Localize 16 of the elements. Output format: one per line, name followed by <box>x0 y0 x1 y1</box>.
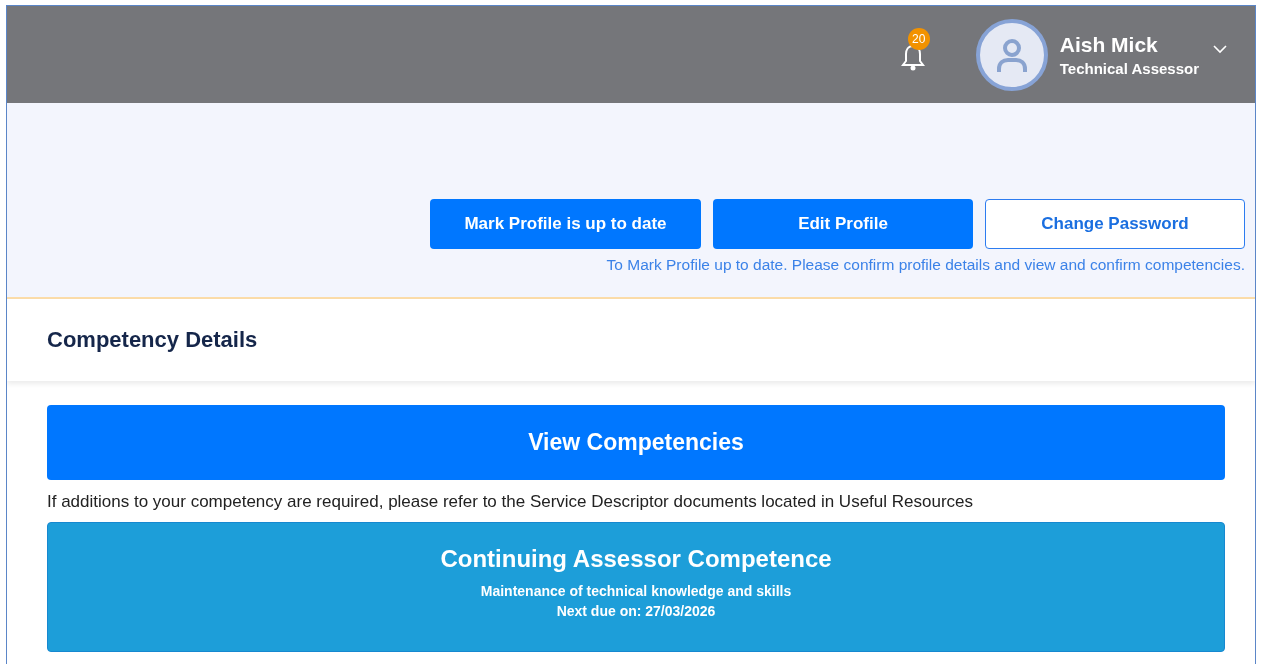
competency-hint: If additions to your competency are required, please refer to the Service Descriptor documents located in Useful Resources <box>47 492 975 512</box>
card-title: Continuing Assessor Competence <box>440 545 832 573</box>
user-role: Technical Assessor <box>1059 59 1199 77</box>
user-name: Aish Mick <box>1059 32 1159 57</box>
profile-button[interactable]: Edit Profile <box>713 199 973 249</box>
view-competencies-button[interactable]: View Competencies <box>47 405 1225 480</box>
profile-button[interactable]: Mark Profile is up to date <box>430 199 701 249</box>
card-subtitle: Maintenance of technical knowledge and skills <box>480 583 792 599</box>
avatar-icon[interactable] <box>975 18 1048 91</box>
caret-icon[interactable] <box>1213 45 1227 54</box>
profile-note: To Mark Profile up to date. Please confirm profile details and view and confirm competencies. <box>606 256 1245 274</box>
competence-card[interactable]: Continuing Assessor Competence Maintenance of technical knowledge and skills Next due on: 27/03/2026 <box>47 522 1225 652</box>
profile-button[interactable]: Change Password <box>985 199 1245 249</box>
due-date: Next due on: 27/03/2026 <box>556 603 716 619</box>
notification-badge: 20 <box>907 27 930 50</box>
section-title: Competency Details <box>47 327 258 353</box>
